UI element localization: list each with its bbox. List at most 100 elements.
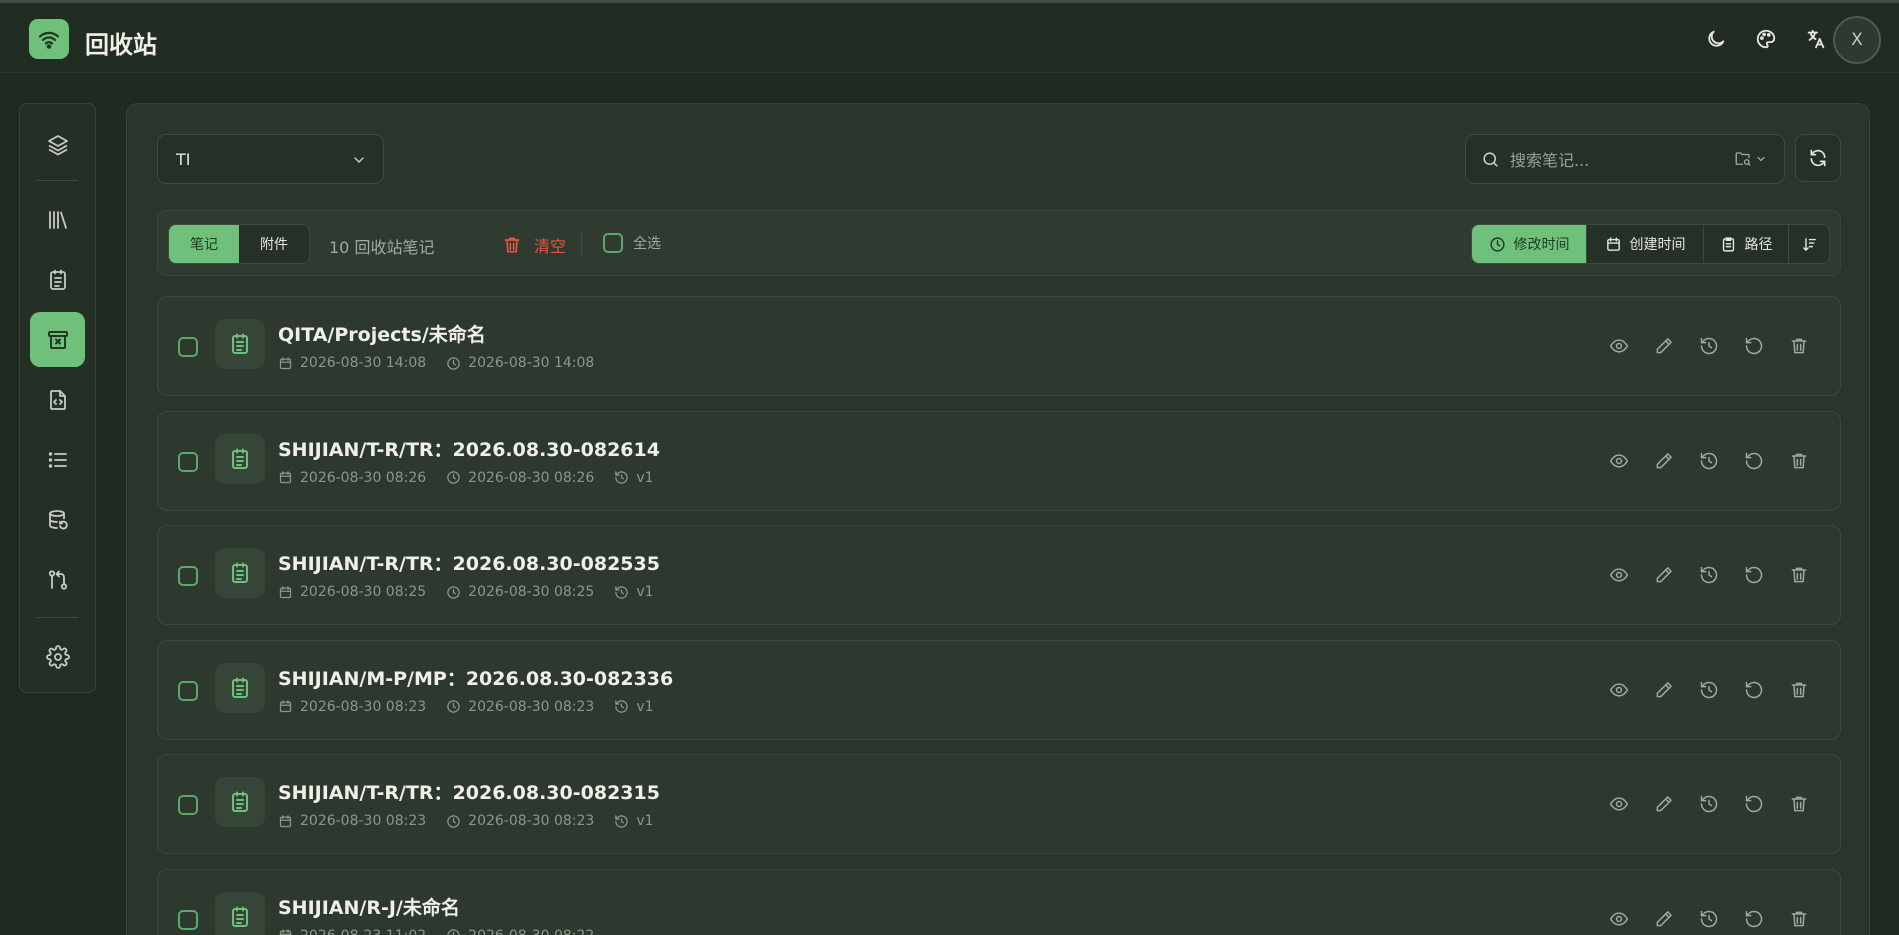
- restore-button[interactable]: [1743, 564, 1765, 586]
- restore-button[interactable]: [1743, 450, 1765, 472]
- note-checkbox[interactable]: [178, 909, 198, 930]
- eye-icon: [1609, 453, 1629, 468]
- history-button[interactable]: [1698, 793, 1720, 815]
- note-actions: [1608, 564, 1810, 586]
- delete-button[interactable]: [1788, 335, 1810, 357]
- sidebar: [19, 103, 96, 693]
- sidebar-item-overview[interactable]: [30, 117, 85, 172]
- sort-created-button[interactable]: 创建时间: [1587, 225, 1704, 263]
- edit-button[interactable]: [1653, 564, 1675, 586]
- language-button[interactable]: [1800, 23, 1832, 55]
- clear-button[interactable]: 清空: [502, 233, 566, 257]
- edit-button[interactable]: [1653, 908, 1675, 930]
- edit-button[interactable]: [1653, 679, 1675, 701]
- modified-time: 2026-08-30 08:22: [446, 928, 594, 935]
- tab-attachments[interactable]: 附件: [239, 225, 309, 263]
- history-icon: [1700, 795, 1718, 813]
- restore-button[interactable]: [1743, 908, 1765, 930]
- delete-button[interactable]: [1788, 450, 1810, 472]
- preview-button[interactable]: [1608, 679, 1630, 701]
- delete-button[interactable]: [1788, 679, 1810, 701]
- history-icon: [615, 700, 629, 713]
- preview-button[interactable]: [1608, 335, 1630, 357]
- history-icon: [615, 471, 629, 484]
- sort-modified-button[interactable]: 修改时间: [1472, 225, 1587, 263]
- preview-button[interactable]: [1608, 793, 1630, 815]
- note-actions: [1608, 793, 1810, 815]
- created-time-text: 2026-08-30 08:25: [300, 584, 427, 600]
- preview-button[interactable]: [1608, 908, 1630, 930]
- note-card[interactable]: SHIJIAN/T-R/TR：2026.08.30-082315 2026-08…: [157, 754, 1841, 854]
- sidebar-item-list[interactable]: [30, 432, 85, 487]
- note-icon: [232, 906, 248, 927]
- pencil-icon: [1656, 681, 1672, 697]
- note-checkbox[interactable]: [178, 795, 198, 815]
- sidebar-item-sync[interactable]: [30, 552, 85, 607]
- divider: [581, 231, 582, 257]
- sort-path-button[interactable]: 路径: [1704, 225, 1789, 263]
- sidebar-item-recycle-bin[interactable]: [30, 312, 85, 367]
- top-bar: 回收站 X: [0, 0, 1899, 73]
- sort-created-label: 创建时间: [1629, 237, 1686, 253]
- edit-button[interactable]: [1653, 450, 1675, 472]
- note-meta: 2026-08-30 08:23 2026-08-30 08:23 v1: [278, 813, 674, 829]
- note-card[interactable]: SHIJIAN/T-R/TR：2026.08.30-082614 2026-08…: [157, 410, 1841, 511]
- library-icon: [48, 210, 67, 229]
- notes-icon: [49, 269, 66, 290]
- notebook-select[interactable]: TI: [157, 134, 384, 184]
- delete-button[interactable]: [1788, 793, 1810, 815]
- refresh-button[interactable]: [1795, 134, 1841, 182]
- note-checkbox[interactable]: [178, 451, 198, 472]
- clock-icon: [1489, 236, 1505, 252]
- preview-button[interactable]: [1608, 564, 1630, 586]
- history-button[interactable]: [1698, 679, 1720, 701]
- history-button[interactable]: [1698, 335, 1720, 357]
- search-input[interactable]: [1510, 149, 1720, 171]
- note-title: SHIJIAN/T-R/TR：2026.08.30-082315: [278, 782, 660, 804]
- delete-button[interactable]: [1788, 564, 1810, 586]
- preview-button[interactable]: [1608, 450, 1630, 472]
- sidebar-item-notes[interactable]: [30, 252, 85, 307]
- history-button[interactable]: [1698, 564, 1720, 586]
- note-card[interactable]: SHIJIAN/T-R/TR：2026.08.30-082535 2026-08…: [157, 525, 1841, 625]
- note-meta: 2026-08-30 08:25 2026-08-30 08:25 v1: [278, 584, 674, 600]
- restore-button[interactable]: [1743, 335, 1765, 357]
- delete-button[interactable]: [1788, 908, 1810, 930]
- palette-button[interactable]: [1750, 23, 1782, 55]
- avatar[interactable]: X: [1833, 16, 1881, 64]
- restore-button[interactable]: [1743, 679, 1765, 701]
- sidebar-item-templates[interactable]: [30, 372, 85, 427]
- layers-icon: [47, 134, 68, 155]
- note-card[interactable]: QITA/Projects/未命名 2026-08-30 14:08 2026-…: [157, 296, 1841, 396]
- history-button[interactable]: [1698, 908, 1720, 930]
- edit-button[interactable]: [1653, 793, 1675, 815]
- created-time: 2026-08-30 08:26: [278, 470, 426, 486]
- note-actions: [1608, 908, 1810, 930]
- folder-filter-button[interactable]: [1734, 150, 1767, 168]
- git-compare-icon: [48, 569, 67, 590]
- modified-time: 2026-08-30 08:23: [446, 813, 594, 829]
- edit-button[interactable]: [1653, 335, 1675, 357]
- note-card[interactable]: SHIJIAN/R-J/未命名 2026-08-23 11:02 2026-08…: [157, 868, 1841, 935]
- note-checkbox[interactable]: [178, 337, 198, 357]
- restore-button[interactable]: [1743, 793, 1765, 815]
- note-checkbox[interactable]: [178, 680, 198, 701]
- select-all-checkbox[interactable]: 全选: [603, 233, 661, 253]
- sidebar-item-library[interactable]: [30, 192, 85, 247]
- modified-time-text: 2026-08-30 08:25: [468, 584, 595, 600]
- restore-icon: [1745, 910, 1763, 927]
- version-text: v1: [636, 469, 654, 486]
- created-time: 2026-08-30 08:23: [278, 699, 426, 715]
- main-panel: TI 笔记 附件 10 回收站笔记 清空 全选 修: [126, 103, 1870, 935]
- note-checkbox[interactable]: [178, 566, 198, 586]
- note-card[interactable]: SHIJIAN/M-P/MP：2026.08.30-082336 2026-08…: [157, 639, 1841, 740]
- modified-time-text: 2026-08-30 14:08: [468, 355, 595, 371]
- theme-toggle-button[interactable]: [1700, 23, 1732, 55]
- history-button[interactable]: [1698, 450, 1720, 472]
- tab-notes[interactable]: 笔记: [169, 225, 239, 263]
- history-icon: [1700, 566, 1718, 584]
- modified-time-text: 2026-08-30 08:22: [468, 928, 594, 935]
- sidebar-item-settings[interactable]: [30, 629, 85, 684]
- sidebar-item-backup[interactable]: [30, 492, 85, 547]
- sort-order-button[interactable]: [1789, 225, 1829, 263]
